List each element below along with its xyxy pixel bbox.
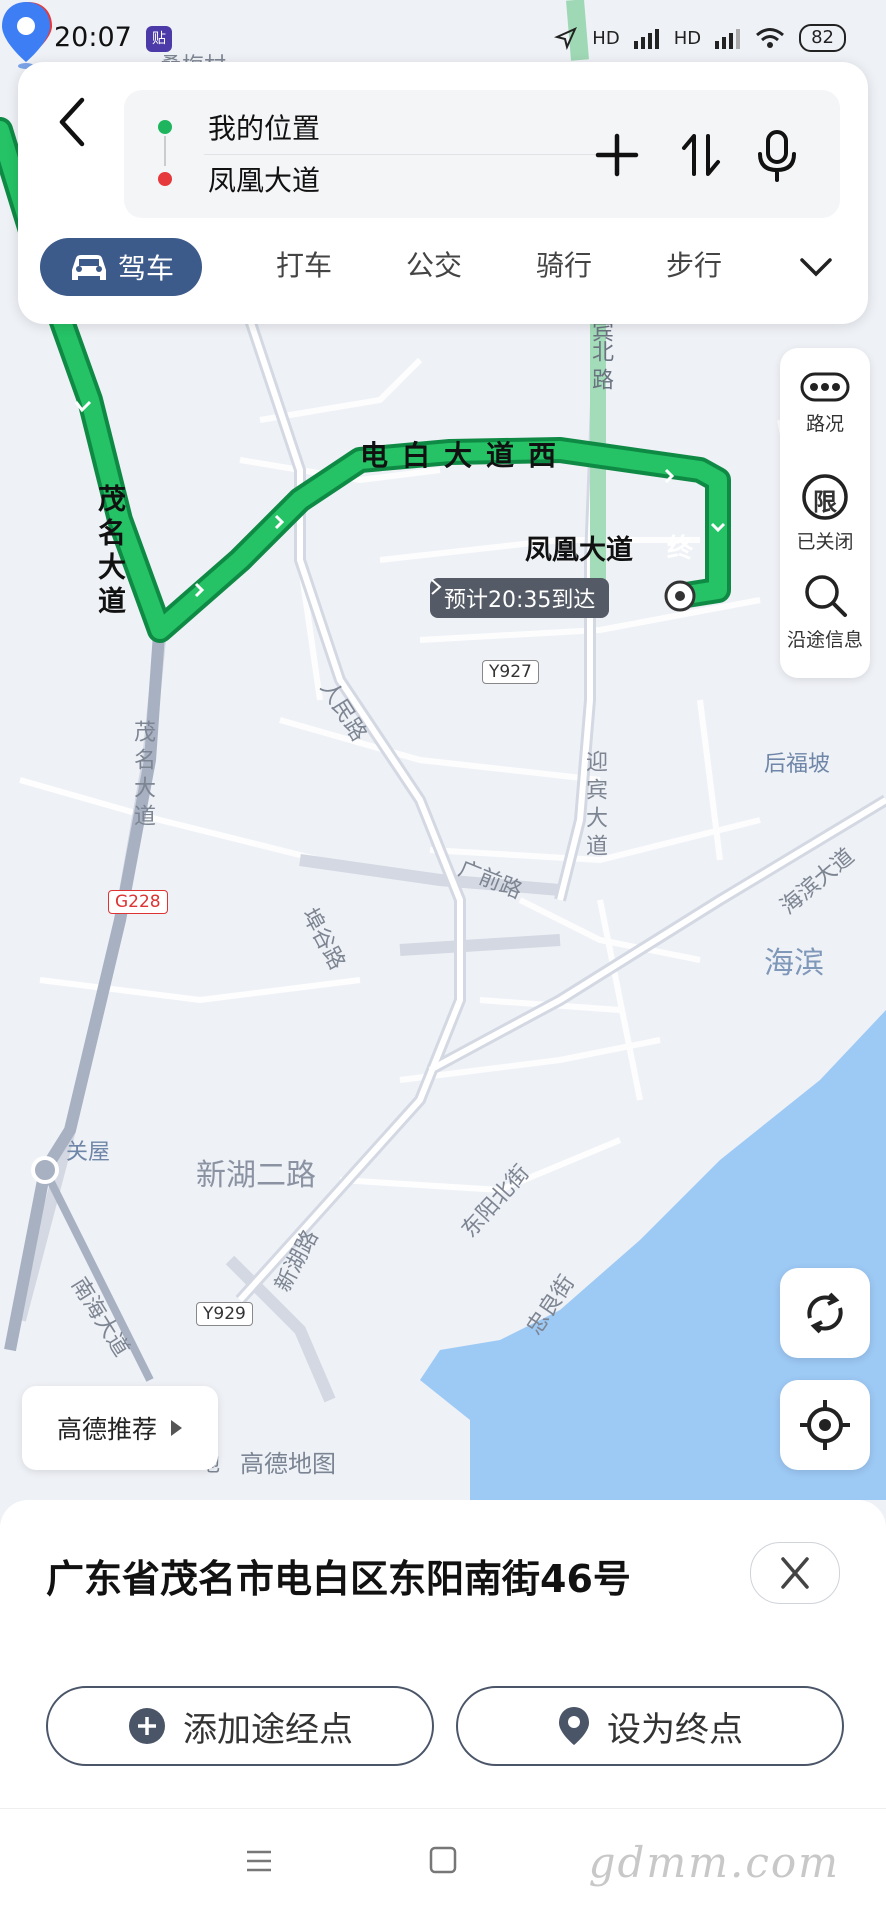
map-side-panel: 路况 限 已关闭 沿途信息 [780, 348, 870, 678]
road-label-yingbin: 迎宾大道 [582, 750, 607, 862]
along-route-info[interactable]: 沿途信息 [780, 570, 870, 652]
watermark: gdmm.com [588, 1838, 840, 1887]
menu-icon[interactable] [244, 1847, 274, 1875]
locate-icon [800, 1400, 850, 1450]
restriction-glyph: 限 [813, 488, 837, 516]
add-waypoint-label: 添加途经点 [183, 1709, 353, 1750]
area-label-houfupo: 后福坡 [764, 752, 831, 777]
travel-mode-tabs: 驾车 打车 公交 骑行 步行 [40, 238, 846, 298]
restriction-toggle[interactable]: 限 已关闭 [780, 472, 870, 554]
eta-badge[interactable]: 预计20:35到达 [430, 578, 610, 618]
locate-me-button[interactable] [780, 1380, 870, 1470]
refresh-icon [807, 1292, 843, 1334]
tab-drive-label: 驾车 [117, 252, 174, 285]
home-square-icon[interactable] [428, 1845, 458, 1875]
plus-circle-icon [129, 1708, 165, 1744]
origin-field[interactable]: 我的位置 [158, 102, 320, 152]
status-icons: HD HD 82 [554, 24, 846, 52]
route-inputs: 我的位置 凤凰大道 [124, 90, 840, 218]
chevron-right-icon [431, 579, 442, 595]
road-shield-y929: Y929 [196, 1302, 253, 1326]
refresh-button[interactable] [780, 1268, 870, 1358]
recommend-label: 高德推荐 [56, 1415, 157, 1444]
road-shield-g228: G228 [108, 890, 168, 914]
set-destination-button[interactable]: 设为终点 [456, 1686, 844, 1766]
traffic-label: 路况 [805, 413, 844, 435]
area-label-xinhu2: 新湖二路 [196, 1158, 316, 1193]
signal-icon [633, 29, 659, 49]
amap-recommend-button[interactable]: 高德推荐 [22, 1386, 218, 1470]
signal-icon-2 [715, 29, 741, 49]
tab-transit[interactable]: 公交 [406, 244, 462, 284]
destination-text: 凤凰大道 [208, 164, 321, 197]
battery-indicator: 82 [799, 24, 846, 52]
origin-dot-icon [158, 120, 172, 134]
road-label-north: 北路 [588, 340, 613, 396]
signal-hd-2: HD [673, 27, 702, 49]
tab-drive[interactable]: 驾车 [40, 238, 202, 296]
triangle-right-icon [171, 1420, 182, 1436]
destination-label: 凤凰大道 [525, 535, 633, 566]
road-shield-y927: Y927 [482, 660, 539, 684]
close-icon [781, 1557, 809, 1589]
tab-walk[interactable]: 步行 [666, 244, 722, 284]
tab-taxi[interactable]: 打车 [276, 244, 332, 284]
map-logo: 高德地图 [240, 1450, 336, 1478]
search-icon [805, 575, 847, 617]
place-address: 广东省茂名市电白区东阳南街46号 [46, 1557, 631, 1601]
eta-text: 预计20:35到达 [444, 588, 596, 613]
set-destination-label: 设为终点 [607, 1709, 743, 1750]
road-label-north-prefix: 宾 [588, 320, 613, 348]
location-arrow-icon [554, 27, 578, 50]
chevron-down-icon[interactable] [796, 248, 836, 284]
destination-field[interactable]: 凤凰大道 [158, 154, 320, 204]
route-planner-card: 我的位置 凤凰大道 驾车 打车 公交 骑行 步行 [18, 62, 868, 324]
destination-dot-icon [158, 172, 172, 186]
end-point-icon [664, 580, 696, 612]
end-marker-text: 终 [666, 534, 693, 564]
along-route-label: 沿途信息 [786, 629, 863, 651]
wifi-icon [756, 28, 785, 48]
road-label-dianbai: 电白大道西 [360, 439, 571, 472]
add-stop-icon[interactable] [588, 124, 646, 186]
tab-bike[interactable]: 骑行 [536, 244, 592, 284]
restriction-label: 已关闭 [796, 531, 854, 553]
app-badge-icon: 贴 [146, 26, 172, 52]
traffic-toggle[interactable]: 路况 [780, 370, 870, 436]
road-label-maoming-2: 茂名大道 [130, 720, 155, 832]
status-time: 20:07 [54, 22, 132, 53]
map-pin-icon [559, 1707, 589, 1745]
close-button[interactable] [750, 1542, 840, 1604]
add-waypoint-button[interactable]: 添加途经点 [46, 1686, 434, 1766]
signal-hd-1: HD [592, 27, 620, 49]
area-label-guanwu: 关屋 [66, 1140, 111, 1165]
road-label-maoming: 茂名大道 [94, 484, 127, 620]
car-icon [71, 255, 106, 280]
traffic-icon [800, 372, 850, 402]
microphone-icon[interactable] [748, 124, 806, 186]
area-label-haibin: 海滨 [764, 946, 824, 981]
swap-icon[interactable] [672, 124, 730, 186]
origin-text: 我的位置 [208, 112, 321, 145]
back-arrow-icon[interactable] [48, 92, 98, 152]
